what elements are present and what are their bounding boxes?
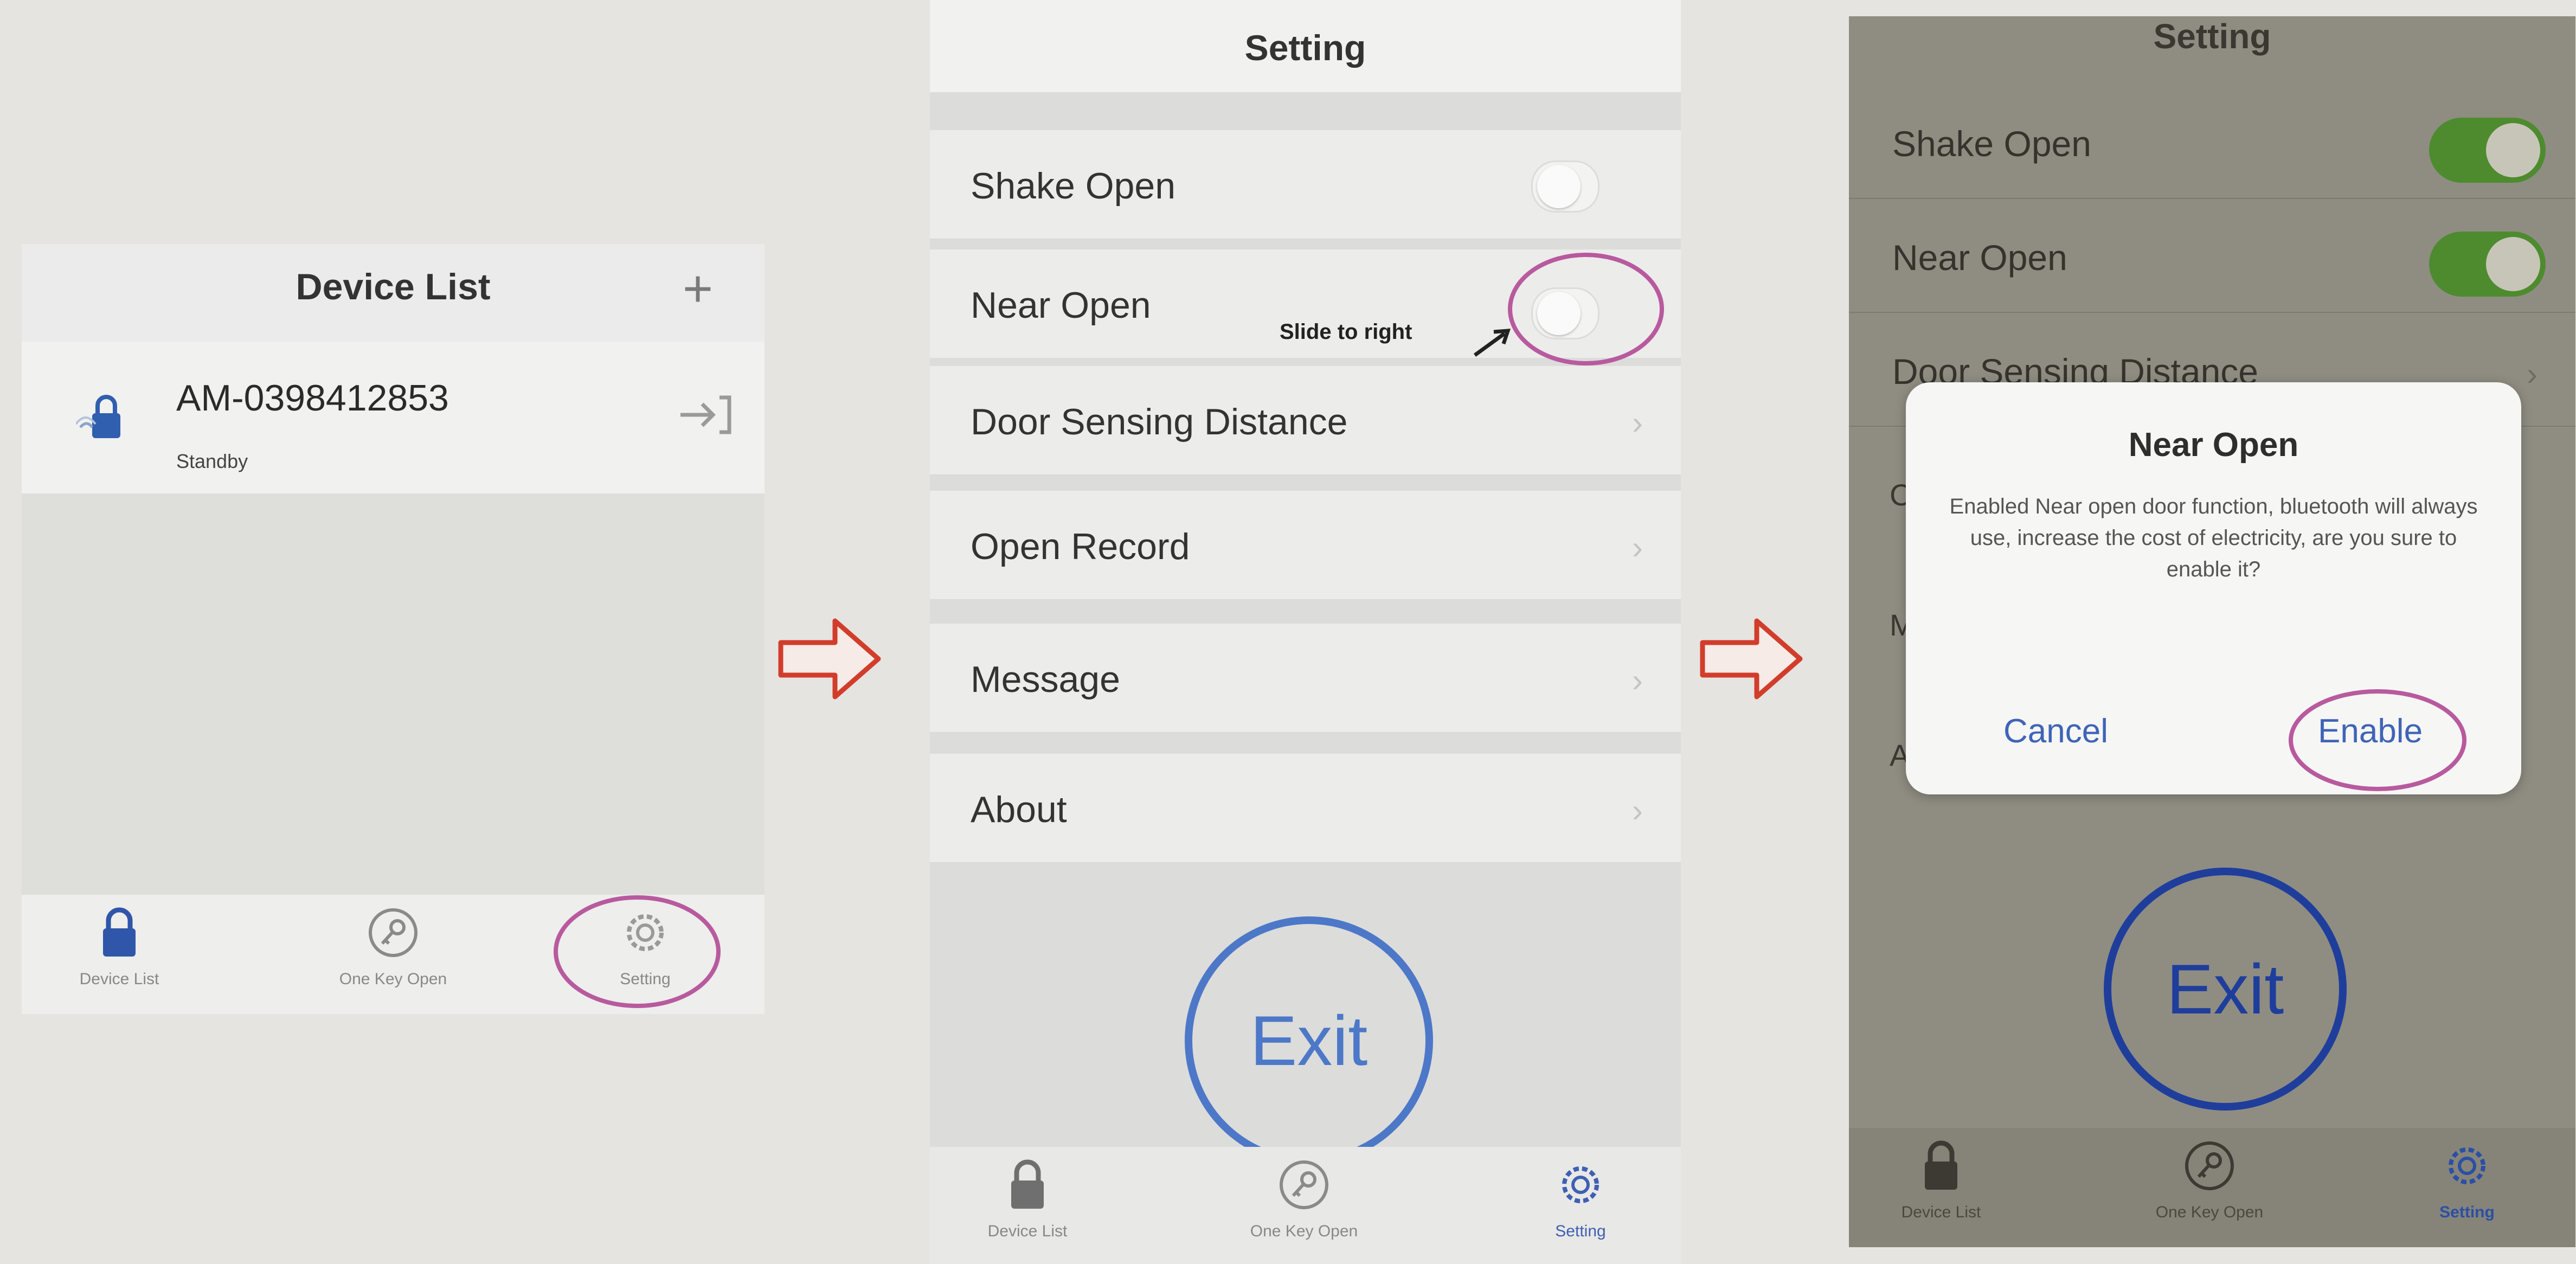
tutorial-stage: { "screen1": { "title": "Device List", "… <box>0 0 2576 1264</box>
setting-label: Door Sensing Distance <box>971 401 1348 442</box>
exit-label: Exit <box>1250 1001 1368 1080</box>
key-icon <box>2185 1141 2234 1190</box>
tab-label: Device List <box>987 1222 1068 1240</box>
empty-area <box>22 493 765 895</box>
near-open-toggle[interactable] <box>2429 232 2546 297</box>
gear-icon <box>2449 1147 2485 1184</box>
device-status: Standby <box>176 450 248 472</box>
lock-icon <box>1925 1140 1957 1190</box>
tab-setting[interactable]: Setting <box>1499 1158 1662 1241</box>
device-list-item[interactable]: AM-0398412853 Standby <box>22 342 765 493</box>
tab-one-key-open[interactable]: One Key Open <box>1223 1158 1385 1241</box>
setting-near-open[interactable]: Near Open <box>1849 203 2575 313</box>
plus-icon: + <box>682 260 713 318</box>
setting-label: Near Open <box>1892 238 2067 278</box>
tab-device-list[interactable]: Device List <box>38 906 201 989</box>
arrow-right-icon <box>1700 618 1803 700</box>
pointer-arrow-icon <box>1473 329 1511 357</box>
setting-label: Near Open <box>971 285 1151 326</box>
shake-open-toggle[interactable] <box>1531 161 1599 213</box>
chevron-right-icon: › <box>1632 405 1643 441</box>
setting-shake-open[interactable]: Shake Open <box>1849 89 2575 199</box>
tab-one-key-open[interactable]: One Key Open <box>312 906 474 989</box>
tab-label: One Key Open <box>339 970 447 988</box>
device-name: AM-0398412853 <box>176 377 449 419</box>
key-icon <box>369 908 417 957</box>
tab-label: One Key Open <box>1250 1222 1358 1240</box>
highlight-ring <box>1508 253 1664 365</box>
chevron-right-icon: › <box>1632 792 1643 829</box>
shake-open-toggle[interactable] <box>2429 118 2546 183</box>
tab-bar: Device List One Key Open Setting <box>930 1147 1681 1264</box>
gear-icon <box>1562 1166 1599 1203</box>
tab-label: One Key Open <box>2155 1203 2264 1221</box>
arrow-right-icon <box>778 618 881 700</box>
chevron-right-icon: › <box>2527 356 2538 392</box>
setting-shake-open[interactable]: Shake Open <box>930 130 1681 240</box>
exit-label: Exit <box>2166 949 2284 1029</box>
tab-bar: Device List One Key Open Setting <box>1849 1128 2575 1247</box>
tab-label: Device List <box>1901 1203 1981 1221</box>
lock-icon <box>103 907 136 957</box>
exit-button[interactable]: Exit <box>1185 916 1433 1165</box>
tab-one-key-open[interactable]: One Key Open <box>2128 1139 2291 1222</box>
setting-door-sensing-distance[interactable]: Door Sensing Distance › <box>930 366 1681 476</box>
key-icon <box>1280 1160 1328 1209</box>
settings-header: Setting <box>930 0 1681 92</box>
cancel-button[interactable]: Cancel <box>2003 712 2108 750</box>
tab-label: Device List <box>79 970 159 988</box>
page-title: Device List <box>295 266 491 307</box>
add-device-button[interactable]: + <box>683 259 713 319</box>
tab-device-list[interactable]: Device List <box>1860 1139 2022 1222</box>
tab-device-list[interactable]: Device List <box>946 1158 1109 1241</box>
annotation-text: Slide to right <box>1280 320 1412 344</box>
device-list-header: Device List + <box>22 244 765 342</box>
enter-icon[interactable] <box>675 388 735 442</box>
page-title: Setting <box>2153 17 2271 56</box>
setting-label: Open Record <box>971 526 1190 567</box>
setting-label: Shake Open <box>971 165 1176 207</box>
chevron-right-icon: › <box>1632 662 1643 698</box>
tab-setting[interactable]: Setting <box>2386 1139 2548 1222</box>
setting-label: Message <box>971 659 1120 700</box>
highlight-ring <box>554 895 721 1008</box>
toggle-knob <box>2486 123 2540 177</box>
dialog-message: Enabled Near open door function, bluetoo… <box>1949 495 2478 581</box>
exit-button[interactable]: Exit <box>2104 868 2347 1111</box>
lock-icon <box>1011 1159 1044 1209</box>
setting-about[interactable]: About › <box>930 754 1681 863</box>
setting-label: Shake Open <box>1892 124 2091 164</box>
chevron-right-icon: › <box>1632 529 1643 566</box>
highlight-ring <box>2289 689 2466 791</box>
tab-label: Setting <box>1555 1222 1606 1240</box>
page-title: Setting <box>1244 28 1366 68</box>
lock-device-icon <box>76 395 120 438</box>
toggle-knob <box>1537 165 1581 208</box>
setting-open-record[interactable]: Open Record › <box>930 491 1681 600</box>
setting-message[interactable]: Message › <box>930 624 1681 733</box>
tab-label: Setting <box>2439 1203 2495 1221</box>
toggle-knob <box>2486 237 2540 291</box>
setting-label: About <box>971 789 1067 830</box>
dialog-title: Near Open <box>2128 426 2299 464</box>
